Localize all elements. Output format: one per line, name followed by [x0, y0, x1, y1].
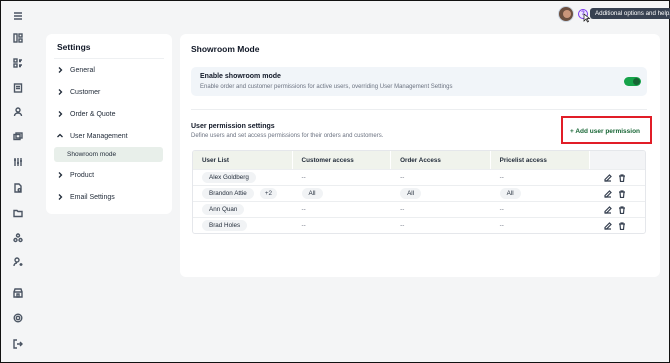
user-chip: Brad Holes: [202, 220, 248, 231]
nav-item-customer[interactable]: Customer: [56, 86, 100, 98]
customer-access-value: All: [301, 188, 323, 199]
nav-item-label: Order & Quote: [70, 110, 116, 118]
order-access-value: --: [400, 222, 405, 229]
app-window: ? Additional options and help. Settings …: [0, 0, 670, 363]
chevron-right-icon: [56, 110, 64, 118]
customers-icon[interactable]: [12, 106, 23, 117]
permissions-table: User List Customer access Order Access P…: [192, 150, 646, 234]
nav-item-label: Email Settings: [70, 193, 115, 201]
user-chip: Brandon Attie: [202, 188, 254, 199]
catalog-icon[interactable]: [12, 57, 23, 68]
header-order-access: Order Access: [391, 151, 491, 169]
trash-icon[interactable]: [618, 189, 626, 198]
nav-item-label: Product: [70, 171, 95, 179]
pricelist-icon[interactable]: [12, 131, 23, 142]
pricelist-access-value: --: [499, 174, 504, 181]
help-tooltip: Additional options and help.: [590, 8, 670, 19]
enable-showroom-section: Enable showroom mode Enable order and cu…: [191, 67, 647, 96]
permissions-title: User permission settings: [191, 123, 275, 130]
pricelist-access-value: All: [499, 188, 521, 199]
user-chip: Ann Quan: [202, 204, 245, 215]
nav-item-user-management[interactable]: User Management: [56, 130, 128, 142]
nav-item-label: General: [70, 66, 95, 74]
nav-item-label: User Management: [70, 132, 128, 140]
edit-icon[interactable]: [604, 173, 613, 182]
trash-icon[interactable]: [618, 173, 626, 182]
trash-icon[interactable]: [618, 205, 626, 214]
menu-icon[interactable]: [12, 10, 23, 21]
nav-item-email-settings[interactable]: Email Settings: [56, 191, 115, 203]
table-row: Brandon Attie +2 All All All: [193, 185, 645, 201]
chevron-right-icon: [56, 193, 64, 201]
permissions-description: Define users and set access permissions …: [191, 133, 384, 139]
order-access-value: --: [400, 206, 405, 213]
header-actions: [590, 151, 645, 169]
page-title: Showroom Mode: [191, 44, 260, 54]
icon-rail: [1, 1, 35, 361]
header-customer-access: Customer access: [292, 151, 392, 169]
table-row: Brad Holes -- -- --: [193, 217, 645, 233]
settings-title: Settings: [57, 42, 91, 52]
store-icon[interactable]: [12, 287, 23, 298]
more-users-badge[interactable]: +2: [259, 188, 277, 199]
nav-item-general[interactable]: General: [56, 64, 95, 76]
table-row: Alex Goldberg -- -- --: [193, 169, 645, 185]
pricelist-access-value: --: [499, 222, 504, 229]
toggle-knob: [633, 78, 640, 85]
header-user-list: User List: [193, 151, 293, 169]
customer-access-value: --: [301, 206, 306, 213]
logout-icon[interactable]: [12, 338, 23, 349]
dashboard-icon[interactable]: [12, 32, 23, 43]
nav-item-product[interactable]: Product: [56, 169, 94, 181]
edit-icon[interactable]: [604, 205, 613, 214]
chevron-right-icon: [56, 88, 64, 96]
user-avatar[interactable]: [558, 6, 574, 22]
order-access-value: --: [400, 174, 405, 181]
edit-icon[interactable]: [604, 189, 613, 198]
user-chip: Alex Goldberg: [202, 172, 256, 183]
order-access-value: All: [400, 188, 422, 199]
nav-subitem-showroom-mode[interactable]: Showroom mode: [54, 147, 163, 162]
settings-nav: Settings General Customer Order & Quote …: [46, 34, 172, 214]
table-row: Ann Quan -- -- --: [193, 201, 645, 217]
integrations-icon[interactable]: [12, 232, 23, 243]
chevron-right-icon: [56, 66, 64, 74]
customer-access-value: --: [301, 222, 306, 229]
user-settings-icon[interactable]: [12, 256, 23, 267]
add-user-permission-button[interactable]: + Add user permission: [566, 125, 645, 139]
trash-icon[interactable]: [618, 221, 626, 230]
enable-title: Enable showroom mode: [200, 73, 281, 80]
chevron-right-icon: [56, 171, 64, 179]
section-divider: [191, 109, 647, 110]
nav-divider: [54, 58, 164, 59]
nav-item-order-quote[interactable]: Order & Quote: [56, 108, 116, 120]
documents-icon[interactable]: [12, 182, 23, 193]
pricelist-access-value: --: [499, 206, 504, 213]
header-pricelist-access: Pricelist access: [490, 151, 591, 169]
showroom-toggle[interactable]: [624, 77, 641, 86]
orders-icon[interactable]: [12, 82, 23, 93]
enable-description: Enable order and customer permissions fo…: [200, 84, 453, 90]
nav-item-label: Customer: [70, 88, 101, 96]
settings-icon[interactable]: [12, 312, 23, 323]
customer-access-value: --: [301, 174, 306, 181]
folder-icon[interactable]: [12, 207, 23, 218]
filters-icon[interactable]: [12, 156, 23, 167]
table-header-row: User List Customer access Order Access P…: [193, 151, 645, 169]
showroom-mode-panel: Showroom Mode Enable showroom mode Enabl…: [180, 34, 660, 277]
chevron-up-icon: [56, 132, 64, 140]
edit-icon[interactable]: [604, 221, 613, 230]
